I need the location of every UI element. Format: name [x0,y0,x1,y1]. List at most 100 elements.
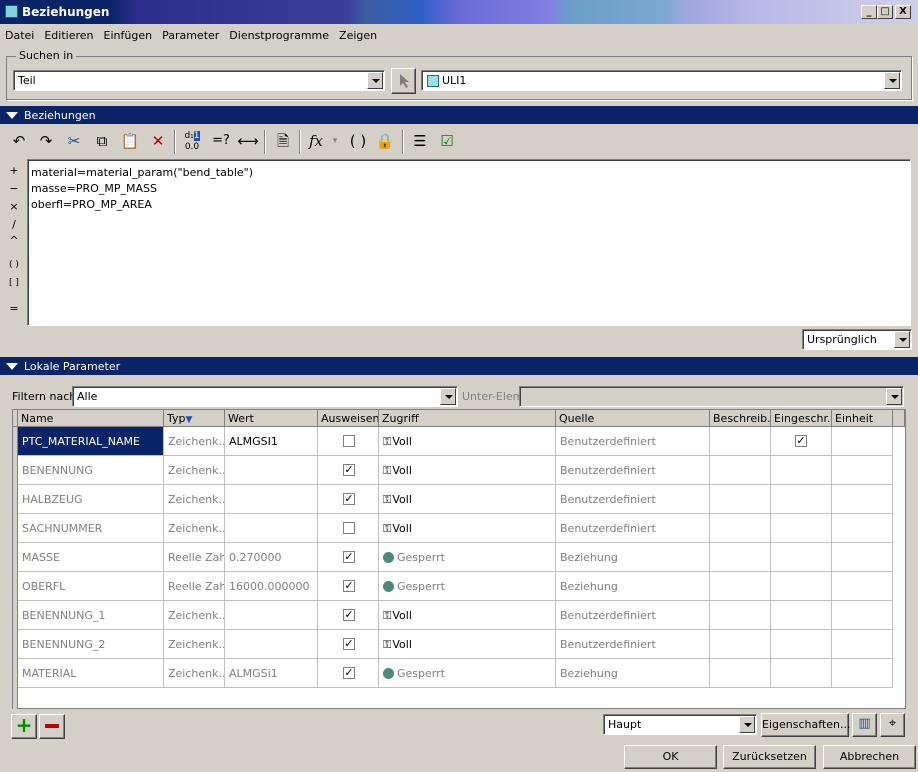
cell-name[interactable]: PTC_MATERIAL_NAME [18,427,164,456]
maximize-button[interactable]: □ [877,5,893,19]
ausweisen-checkbox[interactable] [343,522,355,534]
multiply-operator[interactable]: × [4,200,24,213]
cell-einheit[interactable] [832,630,893,659]
cell-eingeschr[interactable] [771,572,832,601]
ausweisen-checkbox[interactable]: ✓ [343,493,355,505]
cell-name[interactable]: MASSE [18,543,164,572]
dimension-icon[interactable]: ⟷ [235,128,261,156]
cell-zugriff[interactable]: ⚿Voll [379,630,556,659]
cell-ausweisen[interactable]: ✓ [318,456,379,485]
cell-name[interactable]: HALBZEUG [18,485,164,514]
cell-eingeschr[interactable] [771,485,832,514]
chevron-down-icon[interactable] [884,72,900,89]
divide-operator[interactable]: / [4,218,24,231]
cell-ausweisen[interactable] [318,427,379,456]
ausweisen-checkbox[interactable]: ✓ [343,464,355,476]
ausweisen-checkbox[interactable] [343,435,355,447]
table-row[interactable]: MASSE Reelle Zahl 0.270000 ✓ Gesperrt Beziehu… [13,543,893,572]
menu-datei[interactable]: Datei [0,26,39,42]
function-icon[interactable]: fx [303,128,329,156]
parameter-icon[interactable]: ( ) [345,128,371,156]
table-row[interactable]: BENENNUNG_2 Zeichenk... ✓ ⚿Voll Benutzerdefi… [13,630,893,659]
cancel-button[interactable]: Abbrechen [823,745,916,769]
cell-zugriff[interactable]: ⚿Voll [379,514,556,543]
cell-ausweisen[interactable]: ✓ [318,659,379,688]
relation-mode-select[interactable]: Ursprünglich [802,329,912,350]
cell-eingeschr[interactable] [771,543,832,572]
table-row[interactable]: SACHNUMMER Zeichenk... ⚿Voll Benutzerdefini… [13,514,893,543]
cell-typ[interactable]: Reelle Zahl [164,543,225,572]
table-row[interactable]: HALBZEUG Zeichenk... ✓ ⚿Voll Benutzerdefinie… [13,485,893,514]
chevron-down-icon[interactable] [894,331,910,348]
cell-quelle[interactable]: Benutzerdefiniert [556,456,710,485]
cell-einheit[interactable] [832,659,893,688]
target-select[interactable]: ULI1 [421,70,902,91]
column-header-zugriff[interactable]: Zugriff [379,410,556,427]
cell-wert[interactable]: 16000.000000 [225,572,318,601]
collapse-icon[interactable] [6,363,18,370]
brackets-operator[interactable]: [ ] [4,278,24,288]
ausweisen-checkbox[interactable]: ✓ [343,580,355,592]
menu-einfuegen[interactable]: Einfügen [99,26,158,42]
cell-zugriff[interactable]: ⚿Voll [379,601,556,630]
cut-icon[interactable]: ✂ [61,128,87,156]
table-row[interactable]: BENENNUNG_1 Zeichenk... ✓ ⚿Voll Benutzerdefi… [13,601,893,630]
cell-name[interactable]: MATERIAL [18,659,164,688]
column-header-einheit[interactable]: Einheit [832,410,893,427]
cell-zugriff[interactable]: ⚿Voll [379,456,556,485]
cell-ausweisen[interactable]: ✓ [318,485,379,514]
cell-zugriff[interactable]: ⚿Voll [379,485,556,514]
ausweisen-checkbox[interactable]: ✓ [343,667,355,679]
table-row[interactable]: PTC_MATERIAL_NAME Zeichenk... ALMGSI1 ⚿Voll… [13,427,893,456]
undo-icon[interactable]: ↶ [6,128,32,156]
cell-einheit[interactable] [832,514,893,543]
cell-eingeschr[interactable] [771,601,832,630]
cell-typ[interactable]: Zeichenk... [164,514,225,543]
ok-button[interactable]: OK [624,745,717,769]
cell-eingeschr[interactable] [771,514,832,543]
chevron-down-icon[interactable] [440,388,456,405]
add-parameter-button[interactable]: + [11,714,37,739]
table-row[interactable]: OBERFL Reelle Zahl 16000.000000 ✓ Gesperrt Be… [13,572,893,601]
close-button[interactable]: X [895,5,911,19]
column-header-beschreib[interactable]: Beschreib... [710,410,771,427]
cell-quelle[interactable]: Beziehung [556,659,710,688]
switch-dimensions-icon[interactable]: d₁1 0.0 [179,128,205,156]
cell-ausweisen[interactable] [318,514,379,543]
cell-wert[interactable] [225,630,318,659]
chevron-down-icon[interactable] [886,388,902,405]
cell-typ[interactable]: Zeichenk... [164,485,225,514]
cell-quelle[interactable]: Benutzerdefiniert [556,601,710,630]
cell-eingeschr[interactable] [771,456,832,485]
chevron-down-icon[interactable] [367,72,383,89]
delete-icon[interactable]: ✕ [145,128,171,156]
cell-name[interactable]: BENENNUNG_1 [18,601,164,630]
cell-quelle[interactable]: Benutzerdefiniert [556,630,710,659]
column-header-quelle[interactable]: Quelle [556,410,710,427]
chevron-down-icon[interactable] [739,716,755,733]
cell-quelle[interactable]: Benutzerdefiniert [556,514,710,543]
cell-einheit[interactable] [832,601,893,630]
cell-einheit[interactable] [832,543,893,572]
parameter-set-select[interactable]: Haupt [603,714,757,735]
cell-typ[interactable]: Zeichenk... [164,427,225,456]
cell-name[interactable]: BENENNUNG_2 [18,630,164,659]
reset-button[interactable]: Zurücksetzen [723,745,816,769]
cell-beschreibung[interactable] [710,543,771,572]
ausweisen-checkbox[interactable]: ✓ [343,638,355,650]
cell-wert[interactable]: ALMGSi1 [225,659,318,688]
filter-icon[interactable]: ▼ [186,415,193,425]
cell-wert[interactable] [225,601,318,630]
redo-icon[interactable]: ↷ [33,128,59,156]
equals-operator[interactable]: = [4,302,24,315]
minus-operator[interactable]: − [4,182,24,195]
cell-eingeschr[interactable]: ✓ [771,427,832,456]
cell-ausweisen[interactable]: ✓ [318,601,379,630]
cell-eingeschr[interactable] [771,659,832,688]
cell-typ[interactable]: Zeichenk... [164,456,225,485]
table-row[interactable]: MATERIAL Zeichenk... ALMGSi1 ✓ Gesperrt Bezie… [13,659,893,688]
cell-einheit[interactable] [832,456,893,485]
cell-beschreibung[interactable] [710,601,771,630]
ausweisen-checkbox[interactable]: ✓ [343,551,355,563]
cell-zugriff[interactable]: ⚿Voll [379,427,556,456]
